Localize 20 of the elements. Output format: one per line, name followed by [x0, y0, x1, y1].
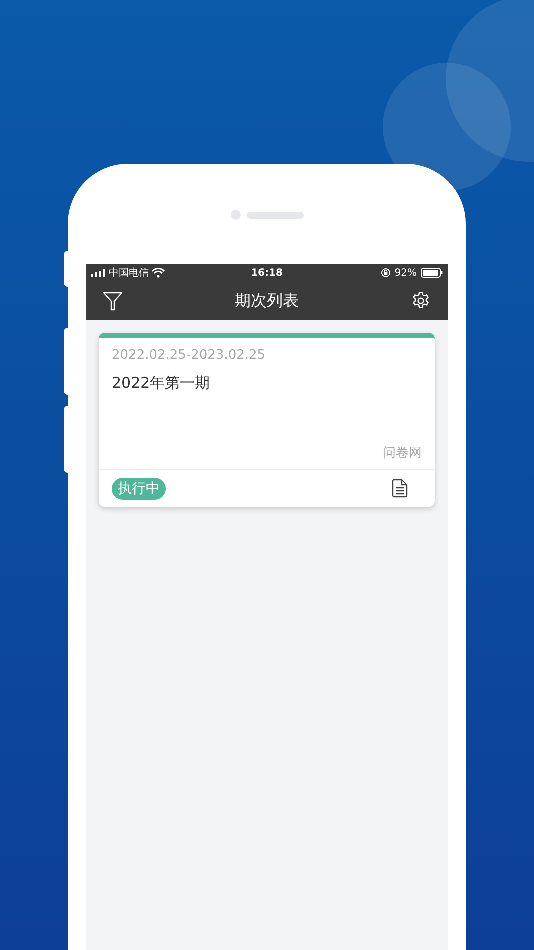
settings-button[interactable] — [411, 291, 431, 311]
filter-icon — [103, 291, 123, 311]
wifi-icon — [152, 268, 165, 278]
rotation-lock-icon — [380, 268, 391, 278]
filter-button[interactable] — [103, 291, 123, 311]
speaker-slot — [246, 212, 304, 218]
page-title: 期次列表 — [235, 290, 299, 312]
document-button[interactable] — [390, 478, 410, 498]
carrier-name: 中国电信 — [109, 266, 149, 280]
battery-icon — [421, 268, 443, 278]
period-card[interactable]: 2022.02.25-2023.02.25 2022年第一期 问卷网 执行中 — [99, 333, 435, 507]
battery-percent: 92% — [394, 266, 417, 280]
clock-time: 16:18 — [251, 266, 283, 280]
signal-icon — [91, 269, 106, 277]
source-label: 问卷网 — [383, 444, 422, 462]
status-tag: 执行中 — [112, 478, 166, 500]
settings-icon — [411, 291, 431, 311]
period-title: 2022年第一期 — [112, 372, 212, 394]
date-range: 2022.02.25-2023.02.25 — [112, 347, 267, 365]
document-icon — [392, 479, 408, 498]
